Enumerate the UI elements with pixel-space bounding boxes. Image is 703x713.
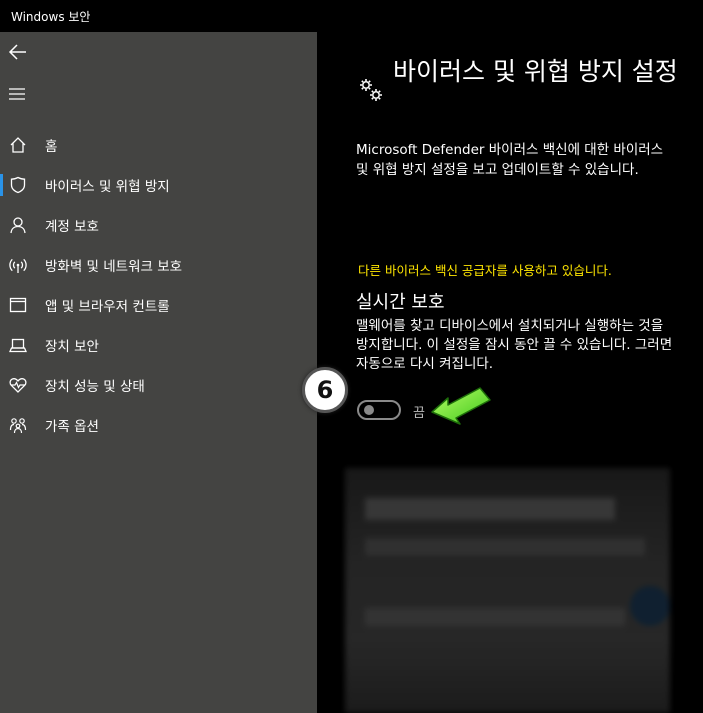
hamburger-icon [9,88,25,100]
sidebar-item-label: 앱 및 브라우저 컨트롤 [45,299,170,315]
realtime-protection-description: 맬웨어를 찾고 디바이스에서 설치되거나 실행하는 것을 방지합니다. 이 설정… [356,318,673,372]
sidebar-item-device-health[interactable]: 장치 성능 및 상태 [0,364,317,404]
laptop-icon [9,338,27,353]
sidebar-item-label: 가족 옵션 [45,419,99,435]
realtime-protection-title: 실시간 보호 [356,292,445,313]
sidebar-item-family-options[interactable]: 가족 옵션 [0,404,317,444]
sidebar-item-firewall[interactable]: 방화벽 및 네트워크 보호 [0,244,317,284]
warning-message: 다른 바이러스 백신 공급자를 사용하고 있습니다. [358,263,612,278]
sidebar-item-app-browser[interactable]: 앱 및 브라우저 컨트롤 [0,284,317,324]
back-button[interactable] [0,32,317,72]
gears-icon [360,79,382,101]
home-icon [10,137,26,153]
sidebar-item-label: 계정 보호 [45,219,99,235]
toggle-state-label: 끔 [413,406,425,421]
page-title: 바이러스 및 위협 방지 설정 [393,57,678,86]
window-title: Windows 보안 [11,10,91,24]
toggle-knob [364,405,374,415]
sidebar-item-label: 홈 [45,139,58,155]
sidebar-item-account-protection[interactable]: 계정 보호 [0,204,317,244]
title-bar: Windows 보안 [0,0,703,32]
blurred-content [345,468,670,713]
person-icon [10,217,26,234]
sidebar-item-label: 장치 보안 [45,339,99,355]
browser-window-icon [9,297,27,313]
family-icon [9,418,27,434]
heart-pulse-icon [9,378,27,393]
page-description: Microsoft Defender 바이러스 백신에 대한 바이러스 및 위협… [356,142,664,178]
sidebar: 홈 바이러스 및 위협 방지 계정 보호 방화벽 및 네트워크 보호 앱 및 브… [0,32,317,713]
sidebar-item-label: 방화벽 및 네트워크 보호 [45,259,183,275]
sidebar-item-label: 장치 성능 및 상태 [45,379,145,395]
active-indicator [0,174,3,196]
shield-icon [10,176,26,194]
sidebar-item-home[interactable]: 홈 [0,124,317,164]
step-number: 6 [316,376,334,404]
step-number-badge: 6 [302,367,348,413]
menu-button[interactable] [0,76,317,116]
back-arrow-icon [8,44,26,60]
wifi-icon [9,258,27,273]
sidebar-item-device-security[interactable]: 장치 보안 [0,324,317,364]
realtime-protection-toggle[interactable] [357,400,401,420]
sidebar-item-virus-protection[interactable]: 바이러스 및 위협 방지 [0,164,317,204]
pointer-arrow-icon [431,387,491,425]
sidebar-item-label: 바이러스 및 위협 방지 [45,179,170,195]
